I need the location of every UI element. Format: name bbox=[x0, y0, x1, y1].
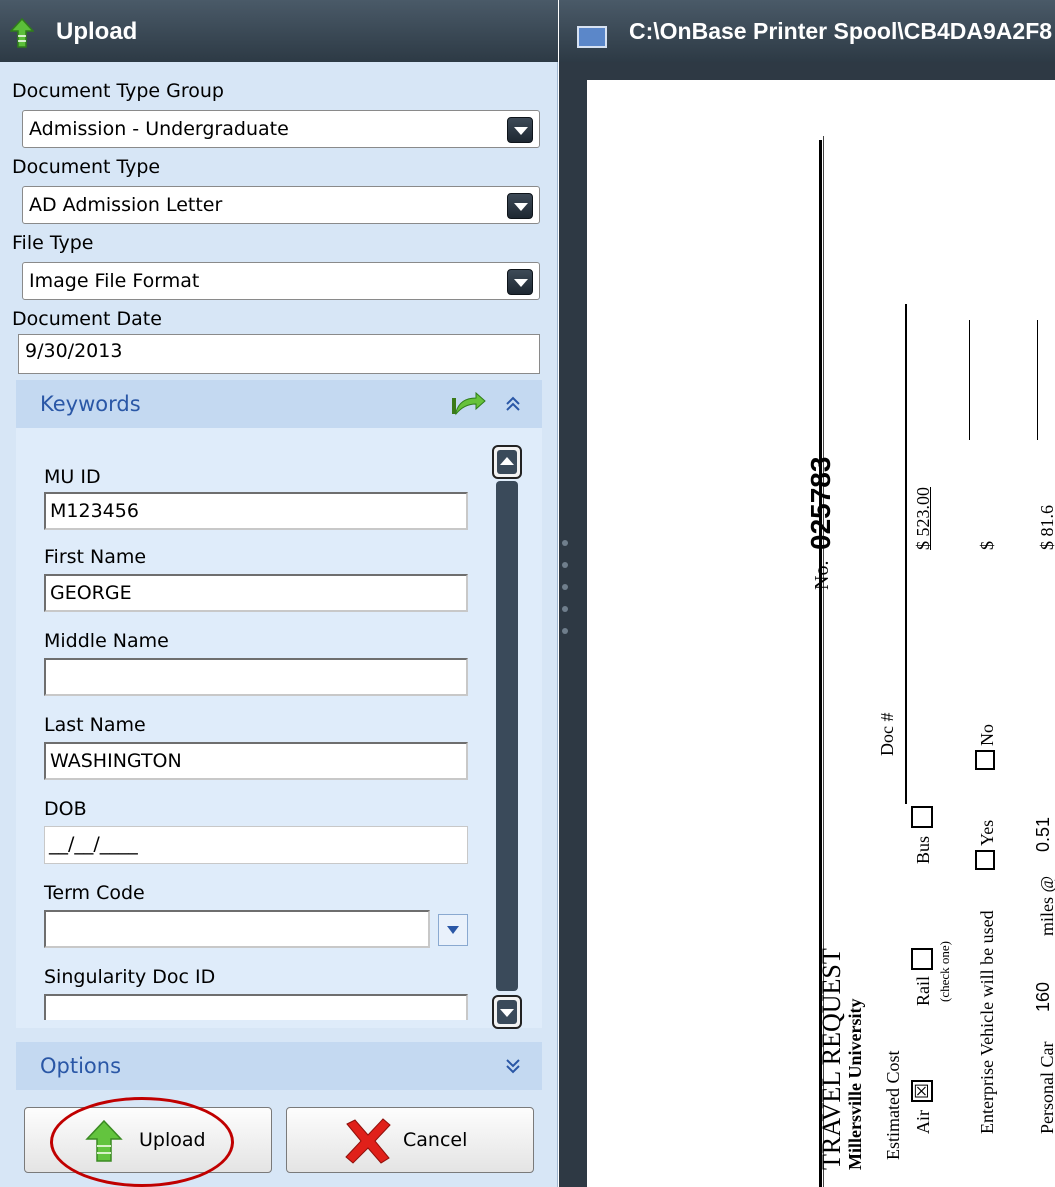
rail-label: Rail bbox=[913, 976, 933, 1006]
doc-number-label: Doc # bbox=[877, 712, 897, 757]
form-rule-line bbox=[905, 304, 907, 804]
middle-name-input[interactable] bbox=[44, 658, 468, 696]
scroll-down-button[interactable] bbox=[492, 995, 522, 1029]
bus-checkbox bbox=[911, 806, 933, 828]
upload-highlight-circle bbox=[50, 1097, 234, 1187]
air-checkbox: ☒ bbox=[911, 1080, 933, 1102]
estimated-cost-label: Estimated Cost bbox=[883, 1050, 903, 1161]
form-rule-line bbox=[969, 320, 970, 440]
mu-id-label: MU ID bbox=[44, 466, 101, 488]
no-label: No bbox=[977, 724, 997, 746]
enterprise-cost: $ bbox=[977, 541, 997, 550]
grip-dot bbox=[562, 606, 568, 612]
air-cost: $ 523.00 bbox=[913, 487, 933, 550]
cancel-button-label: Cancel bbox=[403, 1129, 468, 1151]
last-name-input[interactable]: WASHINGTON bbox=[44, 742, 468, 780]
keywords-scrollbar[interactable] bbox=[492, 445, 522, 1029]
yes-checkbox bbox=[975, 850, 995, 870]
mileage-rate: 0.51 bbox=[1033, 816, 1053, 852]
upload-arrow-icon bbox=[10, 18, 34, 48]
doc-type-value: AD Admission Letter bbox=[29, 194, 223, 216]
middle-name-label: Middle Name bbox=[44, 630, 169, 652]
first-name-input[interactable]: GEORGE bbox=[44, 574, 468, 612]
singularity-doc-id-input[interactable] bbox=[44, 994, 468, 1020]
chevron-down-icon bbox=[447, 926, 459, 934]
rail-checkbox bbox=[911, 948, 933, 970]
doc-type-label: Document Type bbox=[12, 156, 161, 178]
scrollbar-thumb[interactable] bbox=[496, 481, 518, 991]
term-code-label: Term Code bbox=[44, 882, 145, 904]
grip-dot bbox=[562, 584, 568, 590]
upload-panel-header: Upload bbox=[0, 0, 558, 62]
keywords-title: Keywords bbox=[40, 392, 141, 416]
first-name-label: First Name bbox=[44, 546, 147, 568]
keywords-section-header[interactable]: Keywords bbox=[16, 380, 542, 428]
doc-type-select[interactable]: AD Admission Letter bbox=[22, 186, 540, 224]
grip-dot bbox=[562, 540, 568, 546]
doc-date-value: 9/30/2013 bbox=[25, 340, 123, 362]
chevron-down-icon[interactable] bbox=[507, 269, 533, 295]
viewer-header: C:\OnBase Printer Spool\CB4DA9A2F8 bbox=[559, 0, 1055, 62]
doc-type-group-label: Document Type Group bbox=[12, 80, 224, 102]
viewer-title: C:\OnBase Printer Spool\CB4DA9A2F8 bbox=[629, 18, 1053, 44]
expand-chevron-icon[interactable] bbox=[504, 1057, 522, 1075]
grip-dot bbox=[562, 628, 568, 634]
dob-label: DOB bbox=[44, 798, 87, 820]
mu-id-value: M123456 bbox=[50, 500, 139, 522]
singularity-doc-id-label: Singularity Doc ID bbox=[44, 966, 216, 988]
arrow-down-icon bbox=[497, 1000, 517, 1024]
doc-type-group-select[interactable]: Admission - Undergraduate bbox=[22, 110, 540, 148]
enterprise-vehicle-label: Enterprise Vehicle will be used bbox=[977, 910, 997, 1134]
first-name-value: GEORGE bbox=[50, 582, 132, 604]
form-number-prefix: No. bbox=[811, 560, 833, 590]
mu-id-input[interactable]: M123456 bbox=[44, 492, 468, 530]
window-icon bbox=[577, 26, 607, 48]
term-code-input[interactable] bbox=[44, 910, 430, 948]
form-subheading: Millersville University bbox=[845, 998, 865, 1170]
last-name-value: WASHINGTON bbox=[50, 750, 182, 772]
personal-car-cost: $ 81.6 bbox=[1037, 505, 1055, 550]
yes-label: Yes bbox=[977, 819, 997, 846]
options-title: Options bbox=[40, 1054, 122, 1078]
document-page: TRAVEL REQUEST Millersville University N… bbox=[587, 80, 1055, 1187]
last-name-label: Last Name bbox=[44, 714, 146, 736]
upload-panel-title: Upload bbox=[56, 18, 138, 45]
doc-type-group-value: Admission - Undergraduate bbox=[29, 118, 289, 140]
file-type-value: Image File Format bbox=[29, 270, 200, 292]
dob-input[interactable]: __/__/____ bbox=[44, 826, 468, 864]
chevron-down-icon[interactable] bbox=[507, 193, 533, 219]
reset-arrow-icon[interactable] bbox=[450, 392, 486, 416]
singularity-doc-id-clip bbox=[44, 994, 468, 1020]
arrow-up-icon bbox=[497, 450, 517, 474]
chevron-down-icon[interactable] bbox=[507, 117, 533, 143]
personal-car-label: Personal Car bbox=[1037, 1041, 1055, 1134]
miles-value: 160 bbox=[1033, 981, 1053, 1012]
grip-dot bbox=[562, 562, 568, 568]
dob-value: __/__/____ bbox=[49, 833, 138, 855]
splitter-handle[interactable] bbox=[562, 540, 568, 680]
check-one-note: (check one) bbox=[937, 941, 952, 1002]
file-type-select[interactable]: Image File Format bbox=[22, 262, 540, 300]
form-heading: TRAVEL REQUEST bbox=[817, 948, 846, 1170]
rotated-form-content: TRAVEL REQUEST Millersville University N… bbox=[805, 170, 1055, 1170]
upload-panel: Upload Document Type Group Admission - U… bbox=[0, 0, 558, 1187]
scroll-up-button[interactable] bbox=[492, 445, 522, 479]
doc-date-label: Document Date bbox=[12, 308, 162, 330]
bus-label: Bus bbox=[913, 835, 933, 864]
cancel-button[interactable]: Cancel bbox=[286, 1107, 534, 1173]
no-checkbox bbox=[975, 750, 995, 770]
air-label: Air bbox=[913, 1110, 933, 1134]
collapse-chevron-icon[interactable] bbox=[504, 395, 522, 413]
doc-date-input[interactable]: 9/30/2013 bbox=[18, 334, 540, 374]
miles-at-label: miles @ bbox=[1037, 875, 1055, 936]
term-code-dropdown-button[interactable] bbox=[438, 914, 468, 946]
options-section-header[interactable]: Options bbox=[16, 1042, 542, 1090]
file-type-label: File Type bbox=[12, 232, 94, 254]
close-icon bbox=[345, 1118, 391, 1164]
form-number: 025783 bbox=[805, 456, 836, 550]
document-viewer-panel: C:\OnBase Printer Spool\CB4DA9A2F8 TRAVE… bbox=[559, 0, 1055, 1187]
